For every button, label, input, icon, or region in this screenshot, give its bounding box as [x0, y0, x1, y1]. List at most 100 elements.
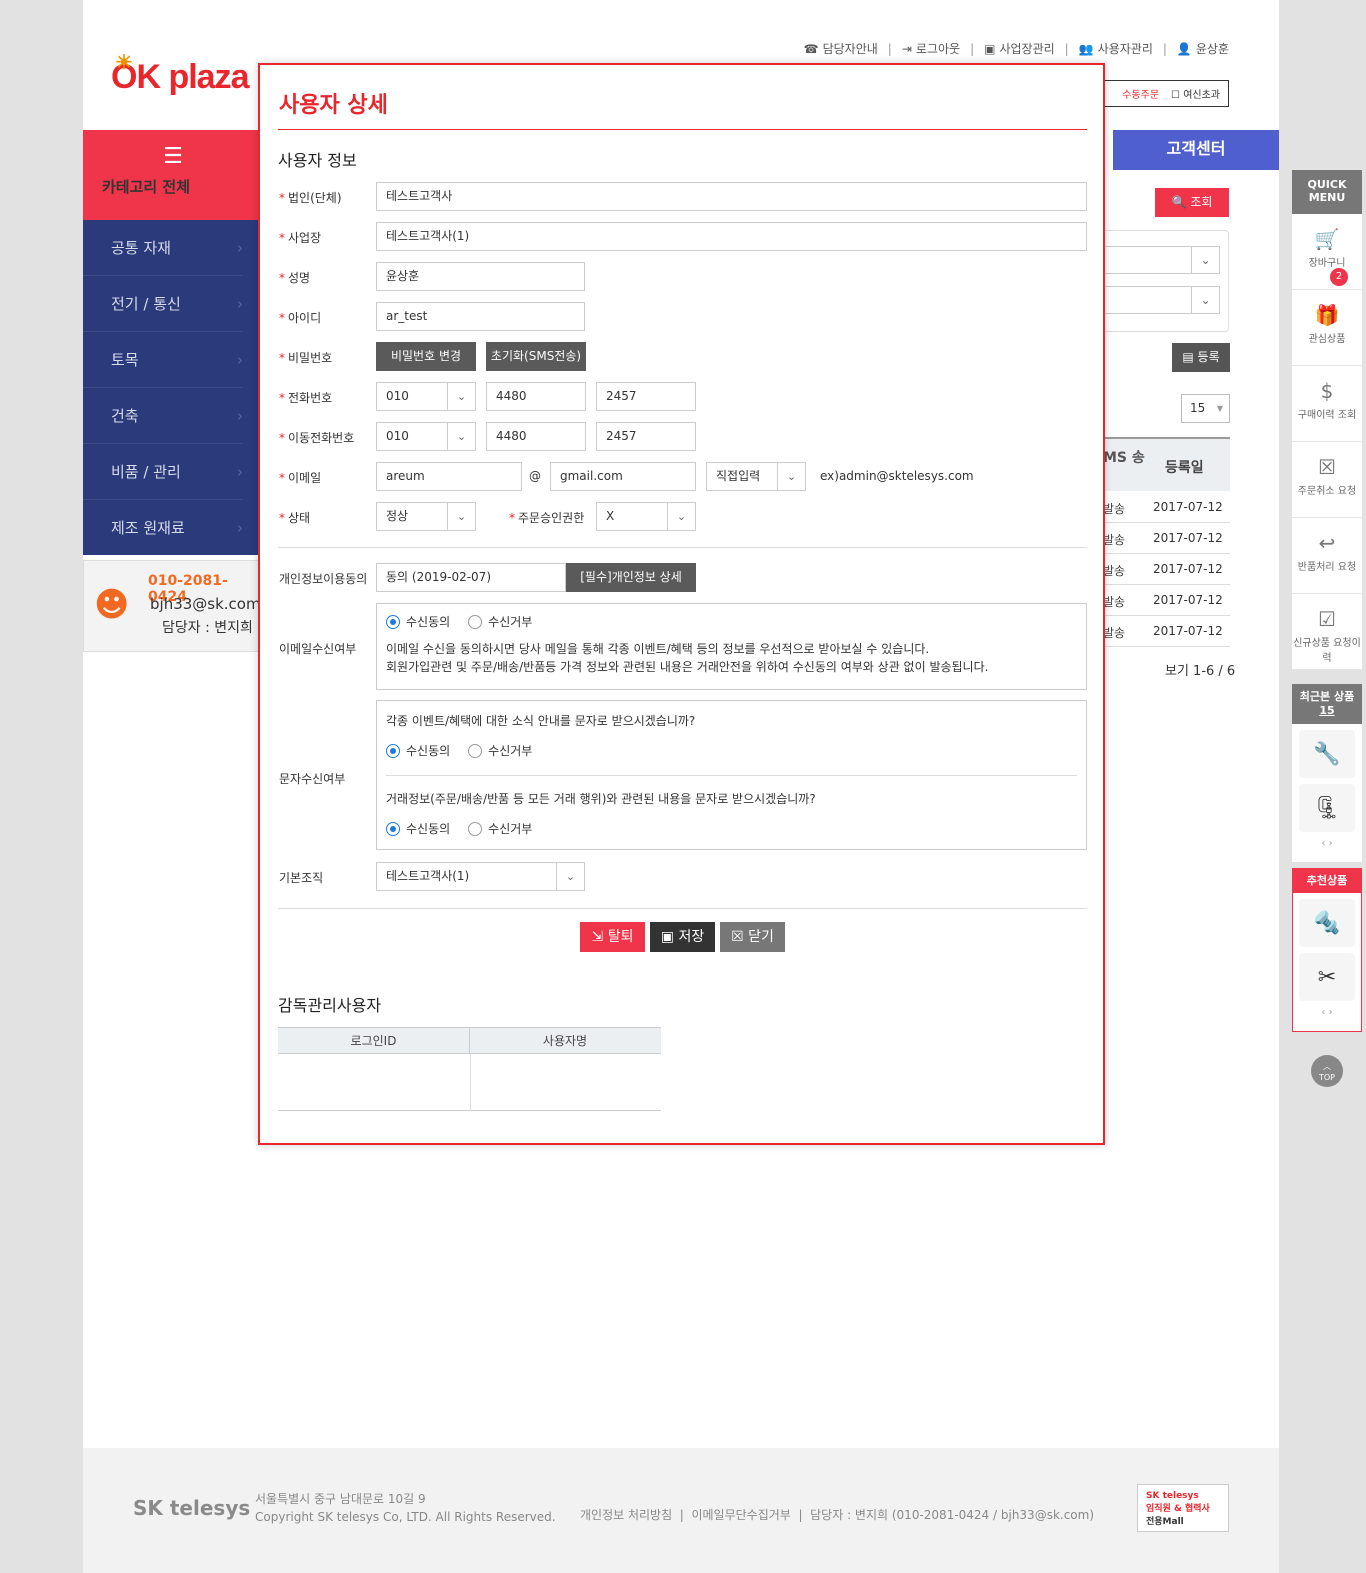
save-button[interactable]: ▣ 저장	[650, 922, 715, 952]
gift-icon: 🎁	[1314, 303, 1340, 327]
mobile-last-field[interactable]: 2457	[596, 422, 696, 451]
status-select[interactable]: 정상 ⌄	[376, 502, 476, 531]
phone-last-field[interactable]: 2457	[596, 382, 696, 411]
supervisor-table: 로그인ID 사용자명	[278, 1027, 661, 1111]
sms-question-2: 거래정보(주문/배송/반품 등 모든 거래 행위)와 관련된 내용을 문자로 받…	[386, 792, 816, 806]
email-domain-field[interactable]: gmail.com	[550, 462, 696, 491]
page-size-select[interactable]: 15 ▼	[1181, 394, 1230, 423]
quick-new-product-request[interactable]: ☑ 신규상품 요청이력	[1292, 594, 1362, 670]
util-user-manage-link[interactable]: 👥 사용자관리	[1079, 40, 1153, 57]
customer-center-tab[interactable]: 고객센터	[1113, 130, 1279, 170]
footer-address: 서울특별시 중구 남대문로 10길 9 Copyright SK telesys…	[255, 1492, 556, 1524]
email-refusal-link[interactable]: 이메일무단수집거부	[691, 1508, 790, 1522]
col-login-id: 로그인ID	[278, 1028, 470, 1053]
quick-order-cancel[interactable]: ☒ 주문취소 요청	[1292, 442, 1362, 518]
sk-telesys-logo: SK telesys	[133, 1496, 251, 1520]
table-row[interactable]: 발송 2017-07-12	[1103, 492, 1230, 523]
name-field[interactable]: 윤상훈	[376, 262, 585, 291]
chevron-down-icon: ⌄	[447, 423, 475, 450]
phone-middle-field[interactable]: 4480	[486, 382, 586, 411]
search-button[interactable]: 🔍 조회	[1155, 188, 1229, 217]
modal-title: 사용자 상세	[279, 93, 388, 118]
support-agent-icon: ☻	[94, 585, 130, 625]
exclusive-mall-banner[interactable]: SK telesys 임직원 & 협력사 전용Mall	[1137, 1484, 1229, 1532]
corp-label: * 법인(단체)	[279, 191, 342, 205]
category-item[interactable]: 건축 ›	[83, 388, 243, 444]
change-password-button[interactable]: 비밀번호 변경	[376, 342, 476, 371]
recent-product-thumb[interactable]: 🔧	[1299, 730, 1355, 778]
id-label: * 아이디	[279, 311, 322, 325]
mobile-middle-field[interactable]: 4480	[486, 422, 586, 451]
email-agree-radio[interactable]: 수신동의	[386, 613, 450, 630]
quick-cart[interactable]: 🛒 장바구니 2	[1292, 214, 1362, 290]
util-user-name-link[interactable]: 👤 윤상훈	[1177, 40, 1229, 57]
filter-panel: ⌄ ⌄	[1100, 230, 1229, 332]
table-row[interactable]: 발송 2017-07-12	[1103, 554, 1230, 585]
sms-trade-options: 수신동의 수신거부	[386, 820, 532, 837]
table-row[interactable]: 발송 2017-07-12	[1103, 585, 1230, 616]
recent-products: 최근본 상품 15 🔧 🗜 ‹ ›	[1292, 684, 1362, 862]
email-receive-box: 수신동의 수신거부 이메일 수신을 동의하시면 당사 메일을 통해 각종 이벤트…	[376, 603, 1087, 690]
sms-receive-label: 문자수신여부	[279, 772, 346, 786]
filter-select[interactable]: ⌄	[1100, 286, 1220, 314]
table-row[interactable]: 발송 2017-07-12	[1103, 523, 1230, 554]
chevron-right-icon: ›	[237, 239, 243, 257]
category-item[interactable]: 전기 / 통신 ›	[83, 276, 243, 332]
column-divider	[470, 1054, 471, 1111]
manager-contact-box: ☻ 010-2081-0424 bjh33@sk.com 담당자 : 변지희	[83, 560, 263, 652]
sms-trade-deny-radio[interactable]: 수신거부	[468, 820, 532, 837]
manual-order-check[interactable]: 수동주문	[1122, 86, 1159, 101]
category-item[interactable]: 토목 ›	[83, 332, 243, 388]
util-contact-link[interactable]: ☎ 담당자안내	[804, 40, 878, 57]
quick-return[interactable]: ↩ 반품처리 요청	[1292, 518, 1362, 594]
mobile-prefix-select[interactable]: 010 ⌄	[376, 422, 476, 451]
list-table-header: MS 송 등록일	[1103, 437, 1230, 491]
phone-prefix-select[interactable]: 010 ⌄	[376, 382, 476, 411]
credit-over-check[interactable]: ☐ 여신초과	[1171, 86, 1220, 101]
util-site-manage-link[interactable]: ▣ 사업장관리	[984, 40, 1055, 57]
email-deny-radio[interactable]: 수신거부	[468, 613, 532, 630]
chevron-right-icon: ›	[237, 463, 243, 481]
recommended-pager[interactable]: ‹ ›	[1293, 1007, 1361, 1018]
recent-pager[interactable]: ‹ ›	[1292, 838, 1362, 849]
divider	[278, 908, 1087, 909]
util-logout-link[interactable]: ⇥ 로그아웃	[902, 40, 960, 57]
paging-info: 보기 1-6 / 6	[1165, 664, 1236, 679]
id-field[interactable]: ar_test	[376, 302, 585, 331]
recent-product-thumb[interactable]: 🗜	[1299, 784, 1355, 832]
quick-wishlist[interactable]: 🎁 관심상품	[1292, 290, 1362, 366]
withdraw-button[interactable]: ⇲ 탈퇴	[580, 922, 645, 952]
email-domain-select[interactable]: 직접입력 ⌄	[706, 462, 806, 491]
ok-plaza-logo[interactable]: ☀ OK plaza	[111, 52, 249, 97]
default-org-select[interactable]: 테스트고객사(1) ⌄	[376, 862, 585, 891]
recommended-product-thumb[interactable]: ✂	[1299, 953, 1355, 1001]
corp-field[interactable]: 테스트고객사	[376, 182, 1087, 211]
category-item[interactable]: 제조 원재료 ›	[83, 500, 243, 556]
scroll-top-button[interactable]: ︿ TOP	[1311, 1055, 1343, 1087]
recommended-products: 추천상품 🔩 ✂ ‹ ›	[1292, 868, 1362, 1032]
privacy-detail-button[interactable]: [필수]개인정보 상세	[566, 563, 696, 592]
col-user-name: 사용자명	[542, 1034, 588, 1048]
order-auth-label: * 주문승인권한	[509, 511, 585, 525]
sms-event-agree-radio[interactable]: 수신동의	[386, 742, 450, 759]
register-button[interactable]: ▤ 등록	[1172, 343, 1230, 372]
email-id-field[interactable]: areum	[376, 462, 522, 491]
sms-trade-agree-radio[interactable]: 수신동의	[386, 820, 450, 837]
recommended-product-thumb[interactable]: 🔩	[1299, 899, 1355, 947]
category-item[interactable]: 공통 자재 ›	[83, 220, 243, 276]
table-row[interactable]: 발송 2017-07-12	[1103, 616, 1230, 647]
filter-select[interactable]: ⌄	[1100, 246, 1220, 274]
site-field[interactable]: 테스트고객사(1)	[376, 222, 1087, 251]
order-auth-select[interactable]: X ⌄	[596, 502, 696, 531]
category-item[interactable]: 비품 / 관리 ›	[83, 444, 243, 500]
divider	[278, 547, 1087, 548]
category-all-button[interactable]: ☰ 카테고리 전체	[83, 130, 263, 220]
supervisor-table-header: 로그인ID 사용자명	[278, 1028, 661, 1054]
caret-down-icon: ▼	[1216, 404, 1223, 413]
reset-password-sms-button[interactable]: 초기화(SMS전송)	[486, 342, 586, 371]
close-button[interactable]: ☒ 닫기	[720, 922, 785, 952]
sms-event-deny-radio[interactable]: 수신거부	[468, 742, 532, 759]
privacy-policy-link[interactable]: 개인정보 처리방침	[580, 1508, 672, 1522]
quick-menu-title: QUICK MENU	[1292, 170, 1362, 214]
quick-purchase-history[interactable]: $ 구매이력 조회	[1292, 366, 1362, 442]
